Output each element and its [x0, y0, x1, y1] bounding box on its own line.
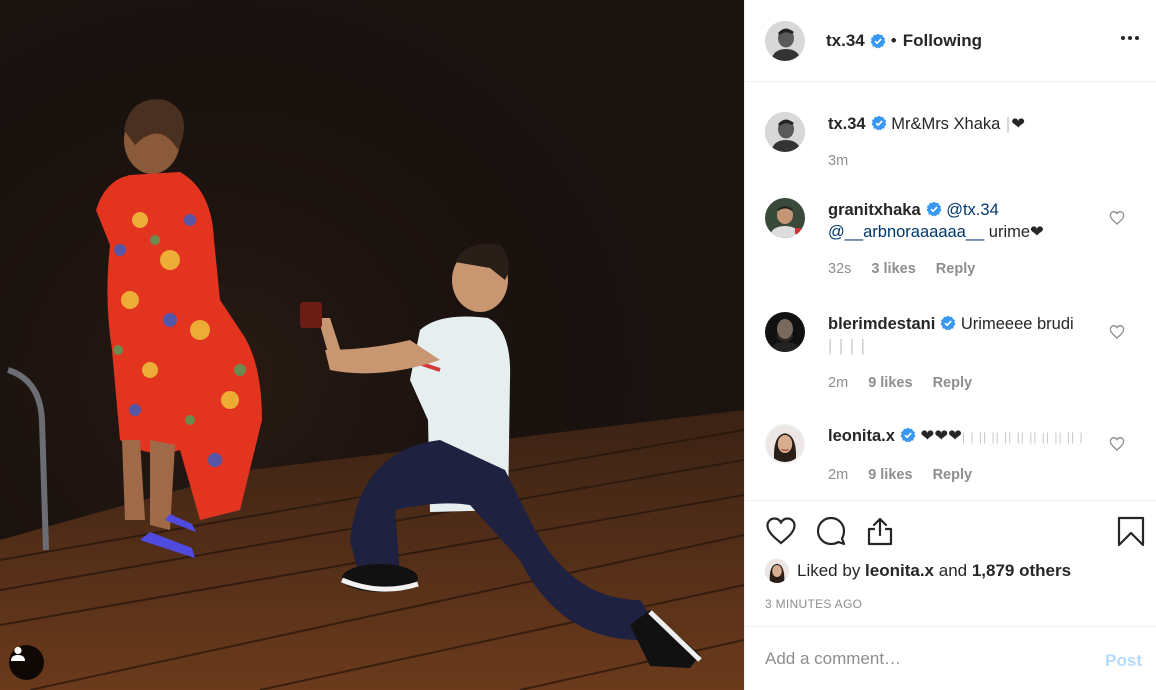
- owner-avatar-image: [765, 20, 805, 61]
- caption-avatar[interactable]: [765, 112, 805, 152]
- comment-time[interactable]: 2m: [828, 467, 848, 483]
- post-side-panel: tx.34 • Following tx.34 Mr&Mrs Xhaka |❤: [744, 0, 1156, 690]
- user-tag-button[interactable]: [9, 645, 44, 680]
- comment-input[interactable]: [765, 645, 1085, 673]
- heart-icon[interactable]: [765, 515, 797, 547]
- comment-likes[interactable]: 3 likes: [871, 261, 915, 277]
- comment-time[interactable]: 2m: [828, 375, 848, 391]
- caption-avatar-image: [765, 112, 805, 152]
- post-timestamp[interactable]: 3 MINUTES AGO: [765, 597, 862, 611]
- comment-body: blerimdestani Urimeeee brudi | | | |: [828, 313, 1098, 357]
- caption-heart: ❤: [1011, 115, 1026, 133]
- caption-time[interactable]: 3m: [828, 153, 848, 169]
- commenter-avatar[interactable]: [765, 312, 805, 352]
- liked-by: Liked by leonita.x and 1,879 others: [765, 559, 1071, 583]
- comment-text: Urimeeee brudi: [960, 315, 1074, 333]
- comment-body: granitxhaka @tx.34 @__arbnoraaaaaa__ uri…: [828, 199, 1098, 243]
- comment-text-extra: | | || || || || || || || || |: [962, 430, 1084, 444]
- post-image: [0, 0, 744, 690]
- liker-username[interactable]: leonita.x: [865, 561, 934, 581]
- mention-link[interactable]: @__arbnoraaaaaa__: [828, 223, 984, 241]
- comment-likes[interactable]: 9 likes: [868, 375, 912, 391]
- verified-badge-icon: [871, 115, 887, 131]
- comment-username[interactable]: granitxhaka: [828, 201, 921, 219]
- more-options-icon[interactable]: [1118, 28, 1142, 48]
- post-photo[interactable]: [0, 0, 744, 690]
- commenter-avatar-image: [767, 426, 803, 462]
- owner-username[interactable]: tx.34: [826, 31, 865, 51]
- comment-text: urime❤: [984, 223, 1044, 241]
- reply-button[interactable]: Reply: [933, 467, 973, 483]
- comment-username[interactable]: leonita.x: [828, 427, 895, 445]
- bookmark-icon[interactable]: [1115, 515, 1147, 547]
- caption-text: Mr&Mrs Xhaka: [891, 115, 1001, 133]
- comment-meta: 2m 9 likes Reply: [828, 467, 988, 483]
- post-header: tx.34 • Following: [745, 0, 1156, 82]
- comment-form: Post: [745, 626, 1156, 690]
- comment-time[interactable]: 32s: [828, 261, 851, 277]
- commenter-avatar[interactable]: [765, 424, 805, 464]
- following-button[interactable]: Following: [903, 31, 982, 51]
- comment-likes[interactable]: 9 likes: [868, 467, 912, 483]
- comment-username[interactable]: blerimdestani: [828, 315, 935, 333]
- comment-body: leonita.x ❤❤❤| | || || || || || || || ||…: [828, 425, 1098, 448]
- reply-button[interactable]: Reply: [933, 375, 973, 391]
- comment-meta: 2m 9 likes Reply: [828, 375, 988, 391]
- liker-avatar[interactable]: [765, 559, 789, 583]
- verified-badge-icon: [870, 33, 886, 48]
- heart-icon[interactable]: [1109, 436, 1125, 452]
- owner-avatar[interactable]: [765, 20, 805, 61]
- commenter-avatar-image: [765, 312, 805, 352]
- verified-badge-icon: [940, 315, 956, 331]
- caption-meta: 3m: [828, 153, 864, 169]
- caption-body: tx.34 Mr&Mrs Xhaka |❤: [828, 115, 1026, 133]
- liker-avatar-image: [765, 559, 789, 583]
- comment-icon[interactable]: [815, 515, 847, 547]
- liked-by-prefix: Liked by: [797, 561, 866, 580]
- comment-meta: 32s 3 likes Reply: [828, 261, 991, 277]
- commenter-avatar[interactable]: [765, 198, 805, 238]
- commenter-avatar-image: [765, 198, 805, 238]
- comment-text: ❤❤❤: [920, 427, 963, 445]
- heart-icon[interactable]: [1109, 324, 1125, 340]
- comment-text-extra: | | | |: [828, 337, 866, 355]
- user-tag-icon: [11, 646, 25, 661]
- verified-badge-icon: [926, 201, 942, 217]
- header-separator: •: [890, 30, 897, 50]
- verified-badge-icon: [900, 427, 916, 443]
- mention-link[interactable]: @tx.34: [946, 201, 999, 219]
- post-button[interactable]: Post: [1105, 651, 1142, 671]
- caption-username[interactable]: tx.34: [828, 115, 866, 133]
- comments-list[interactable]: tx.34 Mr&Mrs Xhaka |❤ 3m granitxhaka @tx…: [745, 83, 1156, 500]
- post-actions: Liked by leonita.x and 1,879 others 3 MI…: [745, 500, 1156, 626]
- liked-by-and: and: [934, 561, 972, 580]
- others-count[interactable]: 1,879 others: [972, 561, 1071, 581]
- share-icon[interactable]: [864, 515, 896, 547]
- reply-button[interactable]: Reply: [936, 261, 976, 277]
- heart-icon[interactable]: [1109, 210, 1125, 226]
